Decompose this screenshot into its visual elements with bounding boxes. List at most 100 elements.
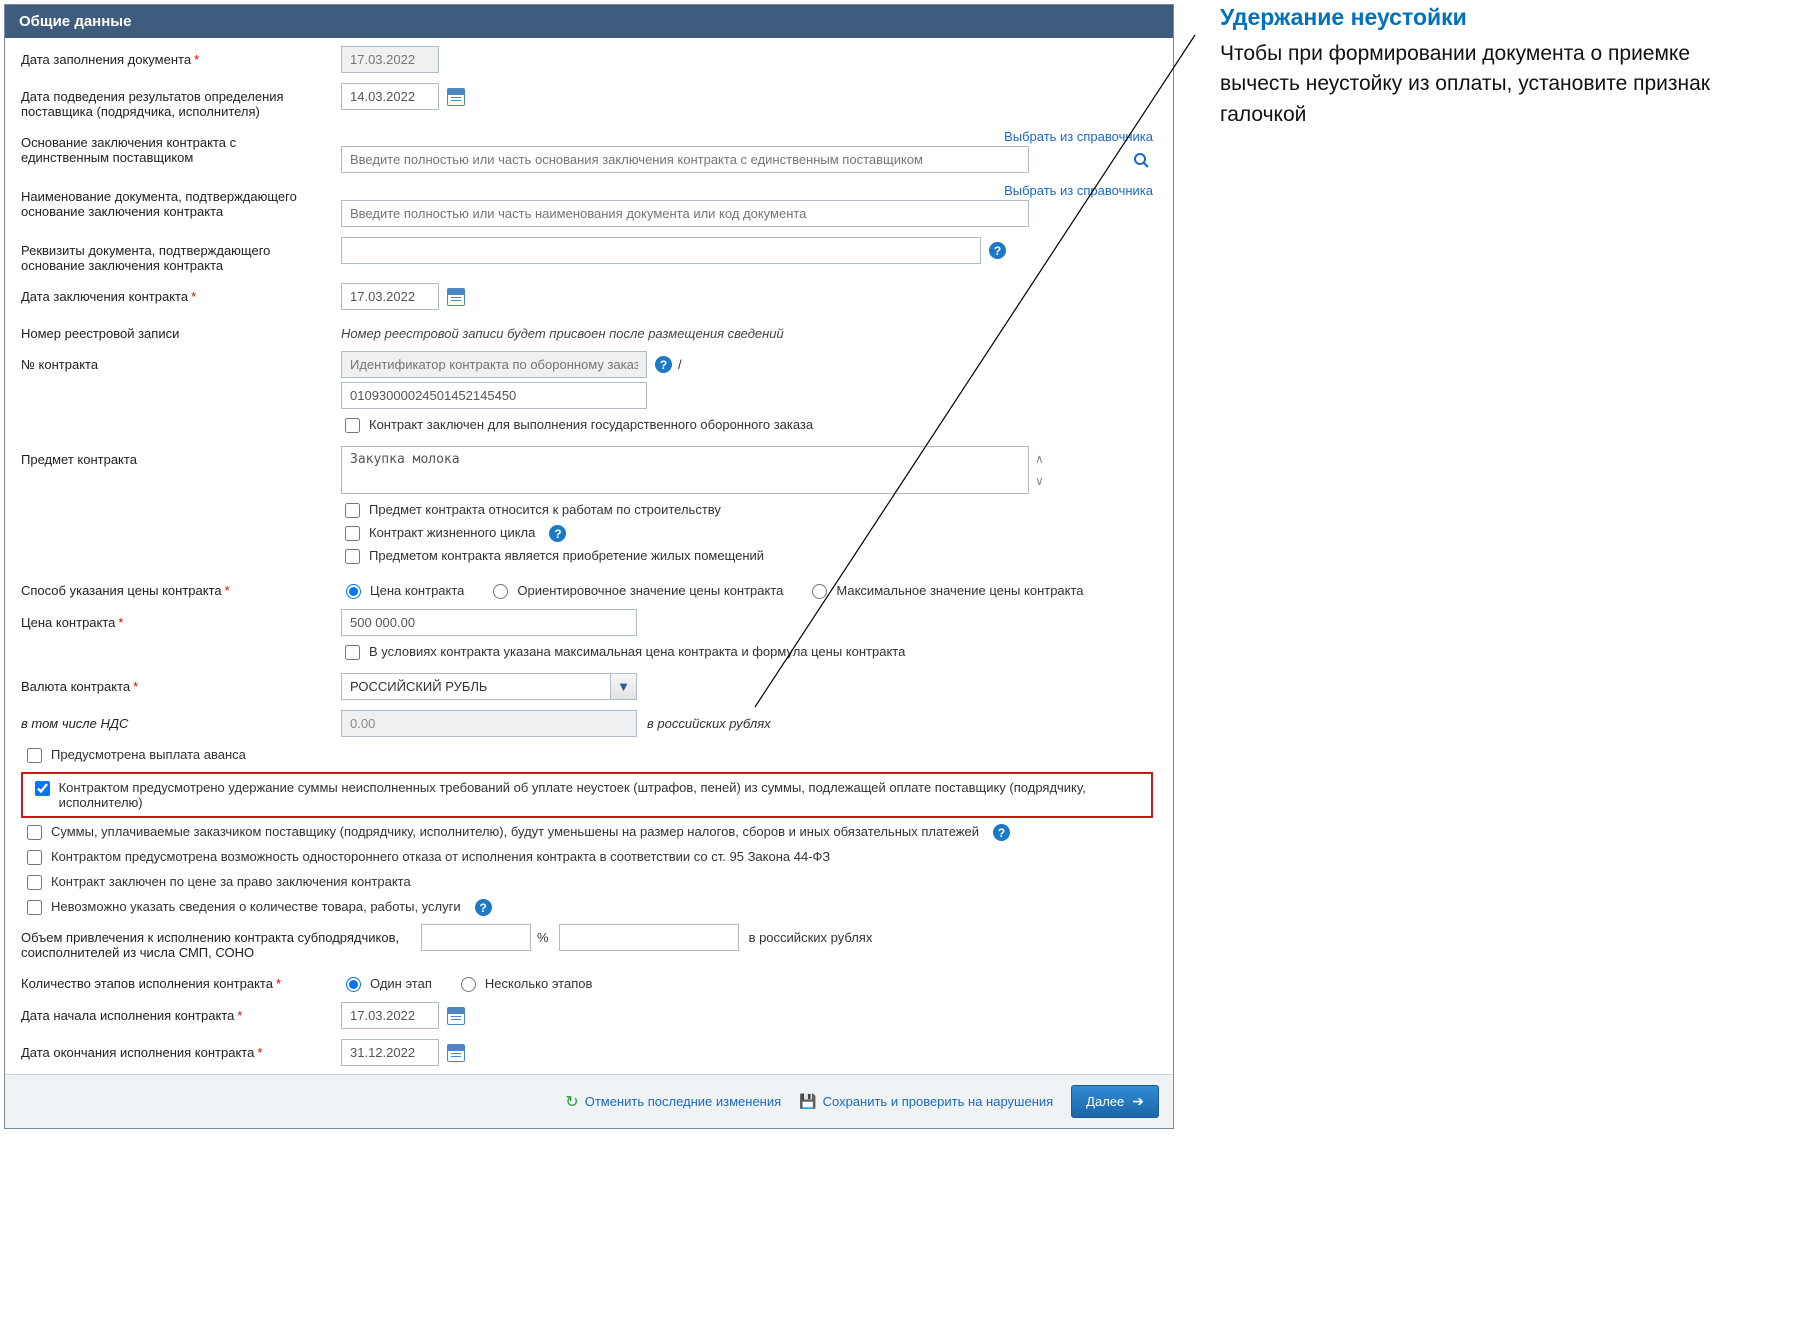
stage-one-radio[interactable] [346, 977, 361, 992]
chevron-down-icon[interactable]: ▼ [610, 674, 636, 699]
label-sub-volume: Объем привлечения к исполнению контракта… [21, 924, 421, 960]
link-directory-basis[interactable]: Выбрать из справочника [1004, 129, 1153, 144]
label-currency: Валюта контракта* [21, 673, 341, 694]
label-registry-num: Номер реестровой записи [21, 320, 341, 341]
sub-volume-rub-input [559, 924, 739, 951]
help-icon[interactable]: ? [655, 356, 672, 373]
right-price-label: Контракт заключен по цене за право заклю… [51, 874, 411, 889]
calendar-icon[interactable] [447, 1007, 465, 1025]
defense-order-label: Контракт заключен для выполнения государ… [369, 417, 813, 432]
exec-start-input[interactable] [341, 1002, 439, 1029]
penalty-withhold-highlight: Контрактом предусмотрено удержание суммы… [21, 772, 1153, 818]
contract-date-input[interactable] [341, 283, 439, 310]
calendar-icon[interactable] [447, 88, 465, 106]
price-input[interactable] [341, 609, 637, 636]
rub-label: в российских рублях [647, 716, 771, 731]
label-doc-name-basis: Наименование документа, подтверждающего … [21, 183, 341, 219]
label-stages: Количество этапов исполнения контракта* [21, 970, 341, 991]
help-icon[interactable]: ? [993, 824, 1010, 841]
max-price-formula-label: В условиях контракта указана максимальна… [369, 644, 905, 659]
price-orient-radio[interactable] [493, 584, 508, 599]
label-exec-start: Дата начала исполнения контракта* [21, 1002, 341, 1023]
price-max-radio[interactable] [812, 584, 827, 599]
label-basis-single: Основание заключения контракта с единств… [21, 129, 341, 165]
radio-price-orient[interactable]: Ориентировочное значение цены контракта [488, 581, 783, 599]
link-directory-docname[interactable]: Выбрать из справочника [1004, 183, 1153, 198]
calendar-icon[interactable] [447, 1044, 465, 1062]
fill-date-input [341, 46, 439, 73]
annotation-panel: Удержание неустойки Чтобы при формирован… [1220, 4, 1740, 1129]
label-contract-num: № контракта [21, 351, 341, 372]
undo-button[interactable]: ↻ Отменить последние изменения [565, 1092, 781, 1112]
no-quantity-checkbox[interactable] [27, 900, 42, 915]
label-contract-date: Дата заключения контракта* [21, 283, 341, 304]
housing-label: Предметом контракта является приобретени… [369, 548, 764, 563]
penalty-withhold-label: Контрактом предусмотрено удержание суммы… [59, 780, 1143, 810]
label-doc-requisites: Реквизиты документа, подтверждающего осн… [21, 237, 341, 273]
next-button[interactable]: Далее ➔ [1071, 1085, 1159, 1118]
supplier-result-date-input[interactable] [341, 83, 439, 110]
label-fill-date: Дата заполнения документа* [21, 46, 341, 67]
contract-id-prefix-input [341, 351, 647, 378]
contract-id-suffix: / [678, 357, 682, 372]
tax-reduce-checkbox[interactable] [27, 825, 42, 840]
price-contract-radio[interactable] [346, 584, 361, 599]
tax-reduce-label: Суммы, уплачиваемые заказчиком поставщик… [51, 824, 979, 839]
form-panel: Общие данные Дата заполнения документа* … [4, 4, 1174, 1129]
annotation-title: Удержание неустойки [1220, 4, 1740, 31]
footer-bar: ↻ Отменить последние изменения 💾 Сохрани… [5, 1074, 1173, 1128]
stage-many-radio[interactable] [461, 977, 476, 992]
currency-value: РОССИЙСКИЙ РУБЛЬ [341, 673, 637, 700]
radio-price-max[interactable]: Максимальное значение цены контракта [807, 581, 1083, 599]
radio-stage-one[interactable]: Один этап [341, 974, 432, 992]
exec-end-input[interactable] [341, 1039, 439, 1066]
arrow-right-icon: ➔ [1132, 1093, 1144, 1110]
no-quantity-label: Невозможно указать сведения о количестве… [51, 899, 461, 914]
vat-input [341, 710, 637, 737]
save-icon: 💾 [799, 1093, 816, 1110]
penalty-withhold-checkbox[interactable] [35, 781, 50, 796]
housing-checkbox[interactable] [345, 549, 360, 564]
doc-name-basis-input[interactable] [341, 200, 1029, 227]
contract-subject-textarea[interactable] [341, 446, 1029, 494]
max-price-formula-checkbox[interactable] [345, 645, 360, 660]
currency-select[interactable]: РОССИЙСКИЙ РУБЛЬ ▼ [341, 673, 637, 700]
textarea-scroll-down-icon[interactable]: ∨ [1035, 475, 1044, 487]
percent-sign: % [537, 930, 549, 945]
lifecycle-checkbox[interactable] [345, 526, 360, 541]
label-vat: в том числе НДС [21, 710, 341, 731]
calendar-icon[interactable] [447, 288, 465, 306]
undo-icon: ↻ [565, 1092, 578, 1112]
label-price: Цена контракта* [21, 609, 341, 630]
lifecycle-label: Контракт жизненного цикла [369, 525, 535, 540]
label-supplier-result-date: Дата подведения результатов определения … [21, 83, 341, 119]
sub-volume-percent-input[interactable] [421, 924, 531, 951]
construction-checkbox[interactable] [345, 503, 360, 518]
radio-price-contract[interactable]: Цена контракта [341, 581, 464, 599]
defense-order-checkbox[interactable] [345, 418, 360, 433]
doc-requisites-input[interactable] [341, 237, 981, 264]
label-exec-end: Дата окончания исполнения контракта* [21, 1039, 341, 1060]
right-price-checkbox[interactable] [27, 875, 42, 890]
construction-label: Предмет контракта относится к работам по… [369, 502, 721, 517]
radio-stage-many[interactable]: Несколько этапов [456, 974, 593, 992]
annotation-body: Чтобы при формировании документа о прием… [1220, 39, 1740, 130]
advance-label: Предусмотрена выплата аванса [51, 747, 246, 762]
search-icon[interactable] [1133, 152, 1149, 168]
label-contract-subject: Предмет контракта [21, 446, 341, 467]
registry-num-note: Номер реестровой записи будет присвоен п… [341, 320, 1157, 341]
help-icon[interactable]: ? [549, 525, 566, 542]
help-icon[interactable]: ? [475, 899, 492, 916]
contract-num-input[interactable] [341, 382, 647, 409]
unilateral-label: Контрактом предусмотрена возможность одн… [51, 849, 830, 864]
advance-checkbox[interactable] [27, 748, 42, 763]
label-price-method: Способ указания цены контракта* [21, 577, 341, 598]
unilateral-checkbox[interactable] [27, 850, 42, 865]
save-check-button[interactable]: 💾 Сохранить и проверить на нарушения [799, 1093, 1053, 1110]
panel-title: Общие данные [19, 13, 131, 30]
panel-header: Общие данные [5, 5, 1173, 38]
basis-single-input[interactable] [341, 146, 1029, 173]
textarea-scroll-up-icon[interactable]: ∧ [1035, 453, 1044, 465]
rub-label-2: в российских рублях [749, 930, 873, 945]
help-icon[interactable]: ? [989, 242, 1006, 259]
